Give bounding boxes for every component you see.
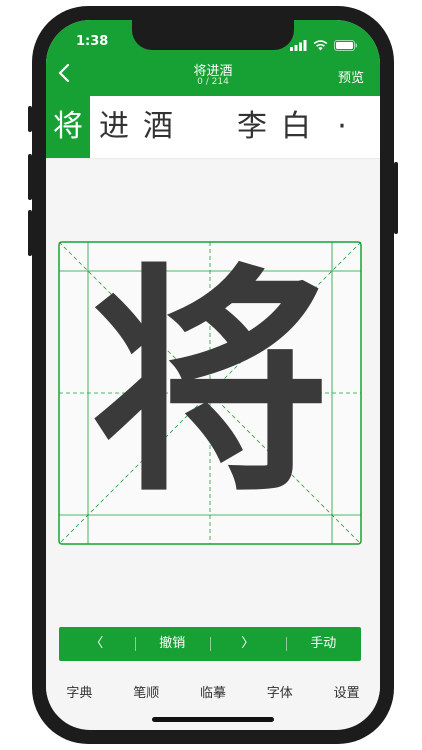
volume-down-button: [28, 210, 32, 256]
control-bar: 〈 撤销 〉 手动: [59, 627, 361, 661]
practice-grid[interactable]: 将: [58, 241, 362, 545]
character-bar: 将 进 酒 李 白 ·: [46, 96, 380, 159]
notch: [132, 20, 294, 50]
char-item-2[interactable]: 进: [92, 96, 136, 158]
tab-font[interactable]: 字体: [246, 674, 313, 714]
tab-copy-practice[interactable]: 临摹: [180, 674, 247, 714]
phone-frame: 1:38 将进酒 0 / 214 预览 将 进 酒 李 白 · 将 〈 撤销 〉…: [28, 6, 398, 744]
mute-switch: [28, 106, 32, 132]
char-item-3[interactable]: 酒: [136, 96, 180, 158]
tab-bar: 字典 笔顺 临摹 字体 设置: [46, 674, 380, 714]
char-item-5[interactable]: 白: [274, 96, 318, 158]
wifi-icon: [313, 36, 328, 55]
tab-dictionary[interactable]: 字典: [46, 674, 113, 714]
prev-button[interactable]: 〈: [59, 627, 135, 661]
next-button[interactable]: 〉: [210, 627, 286, 661]
progress-count: 0 / 214: [197, 77, 229, 87]
home-indicator[interactable]: [152, 717, 274, 722]
brush-character: 将: [90, 244, 330, 524]
char-item-1[interactable]: 将: [46, 96, 90, 158]
char-item-6[interactable]: ·: [320, 96, 364, 158]
tab-settings[interactable]: 设置: [313, 674, 380, 714]
status-time: 1:38: [76, 34, 109, 49]
volume-up-button: [28, 154, 32, 200]
char-item-4[interactable]: 李: [230, 96, 274, 158]
screen: 1:38 将进酒 0 / 214 预览 将 进 酒 李 白 · 将 〈 撤销 〉…: [46, 20, 380, 730]
status-icons: [290, 36, 358, 55]
battery-icon: [334, 36, 358, 55]
preview-button[interactable]: 预览: [338, 67, 364, 86]
mode-toggle-button[interactable]: 手动: [285, 627, 362, 661]
power-button: [394, 162, 398, 234]
tab-stroke-order[interactable]: 笔顺: [113, 674, 180, 714]
undo-button[interactable]: 撤销: [134, 627, 211, 661]
signal-icon: [290, 36, 307, 55]
